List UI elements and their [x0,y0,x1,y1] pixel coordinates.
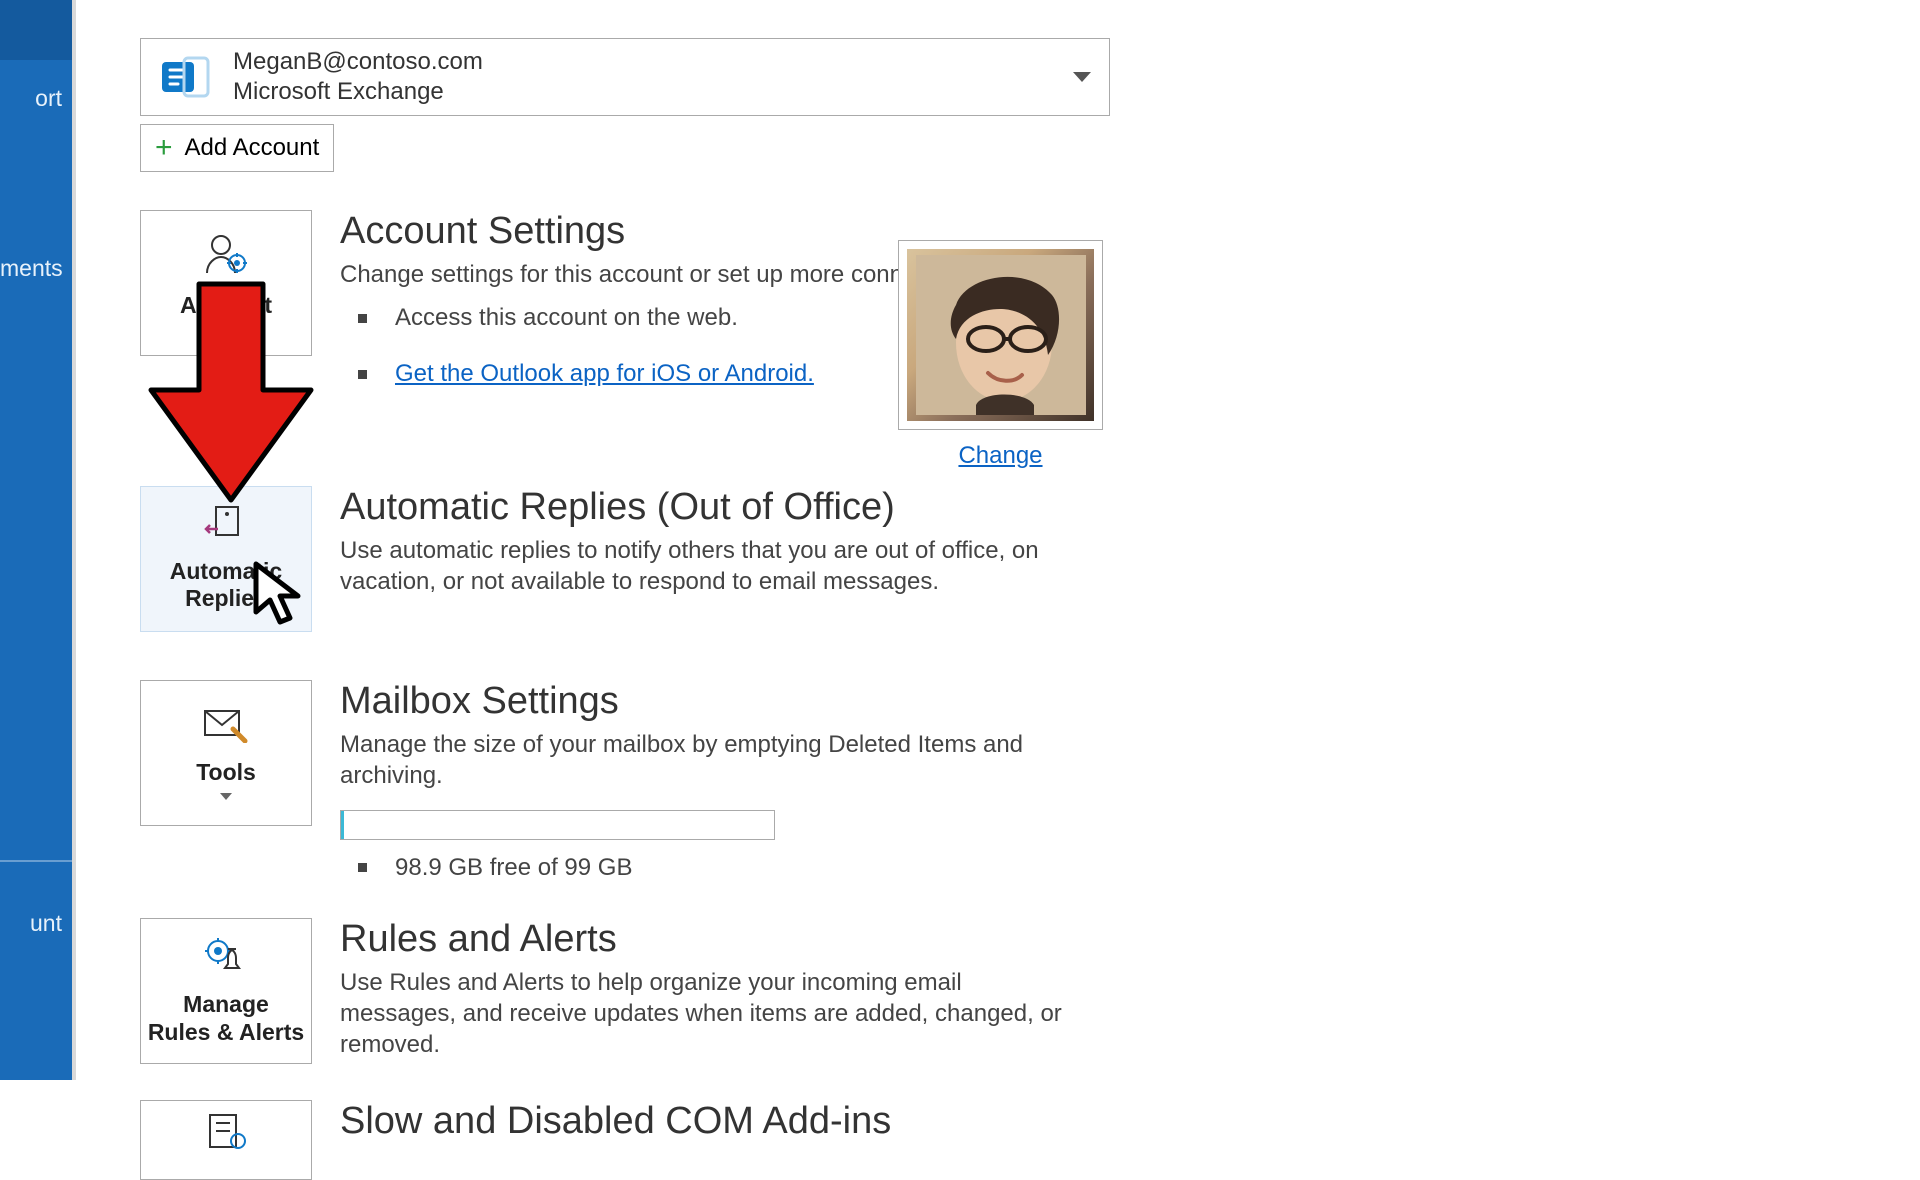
account-email: MeganB@contoso.com [233,47,483,77]
account-settings-title: Account Settings [340,210,1900,253]
automatic-replies-description: Use automatic replies to notify others t… [340,535,1080,597]
tile-label-line2: Rules & Alerts [148,1019,304,1047]
rules-alerts-title: Rules and Alerts [340,918,1900,961]
rules-alerts-description: Use Rules and Alerts to help organize yo… [340,967,1080,1061]
account-selector-dropdown[interactable]: MeganB@contoso.com Microsoft Exchange [140,38,1110,116]
backstage-sidebar: ort ments unt [0,0,72,1080]
envelope-wrench-icon [203,707,249,750]
bullet-icon [358,863,367,872]
bullet-icon [358,370,367,379]
mailbox-settings-description: Manage the size of your mailbox by empty… [340,729,1080,791]
addins-title: Slow and Disabled COM Add-ins [340,1100,1900,1143]
reply-envelope-icon [204,505,248,548]
gear-bell-icon [202,935,250,982]
automatic-replies-title: Automatic Replies (Out of Office) [340,486,1900,529]
addins-list-icon [204,1111,248,1158]
mailbox-free-space: 98.9 GB free of 99 GB [395,854,632,882]
tools-button[interactable]: Tools [140,680,312,826]
get-outlook-app-link[interactable]: Get the Outlook app for iOS or Android. [395,360,814,388]
avatar-frame [898,240,1103,430]
sidebar-top-accent [0,0,72,60]
sidebar-divider [0,860,72,862]
avatar-image [907,249,1094,421]
annotation-red-arrow [143,274,319,510]
tile-label: Tools [196,759,256,787]
manage-rules-alerts-button[interactable]: Manage Rules & Alerts [140,918,312,1064]
account-type: Microsoft Exchange [233,77,483,107]
plus-icon: + [155,131,173,165]
exchange-icon [159,51,211,103]
tile-label-line1: Manage [183,991,269,1019]
chevron-down-icon [220,793,232,800]
mailbox-usage-bar [340,810,775,840]
annotation-cursor-icon [250,560,308,632]
mailbox-settings-title: Mailbox Settings [340,680,1900,723]
add-account-label: Add Account [185,134,320,162]
bullet-icon [358,314,367,323]
profile-photo-box: Change [898,240,1103,470]
manage-addins-button[interactable] [140,1100,312,1180]
sidebar-item-attachments[interactable]: ments [0,255,72,282]
add-account-button[interactable]: + Add Account [140,124,334,172]
change-photo-link[interactable]: Change [898,442,1103,470]
chevron-down-icon [1073,72,1091,82]
mailbox-usage-fill [341,811,344,839]
account-info-pane: MeganB@contoso.com Microsoft Exchange + … [140,38,1900,1180]
sidebar-resize-rail [72,0,76,1080]
access-web-link[interactable]: Access this account on the web. [395,304,738,332]
sidebar-item-account[interactable]: unt [0,910,72,937]
sidebar-item-export[interactable]: ort [0,85,72,112]
